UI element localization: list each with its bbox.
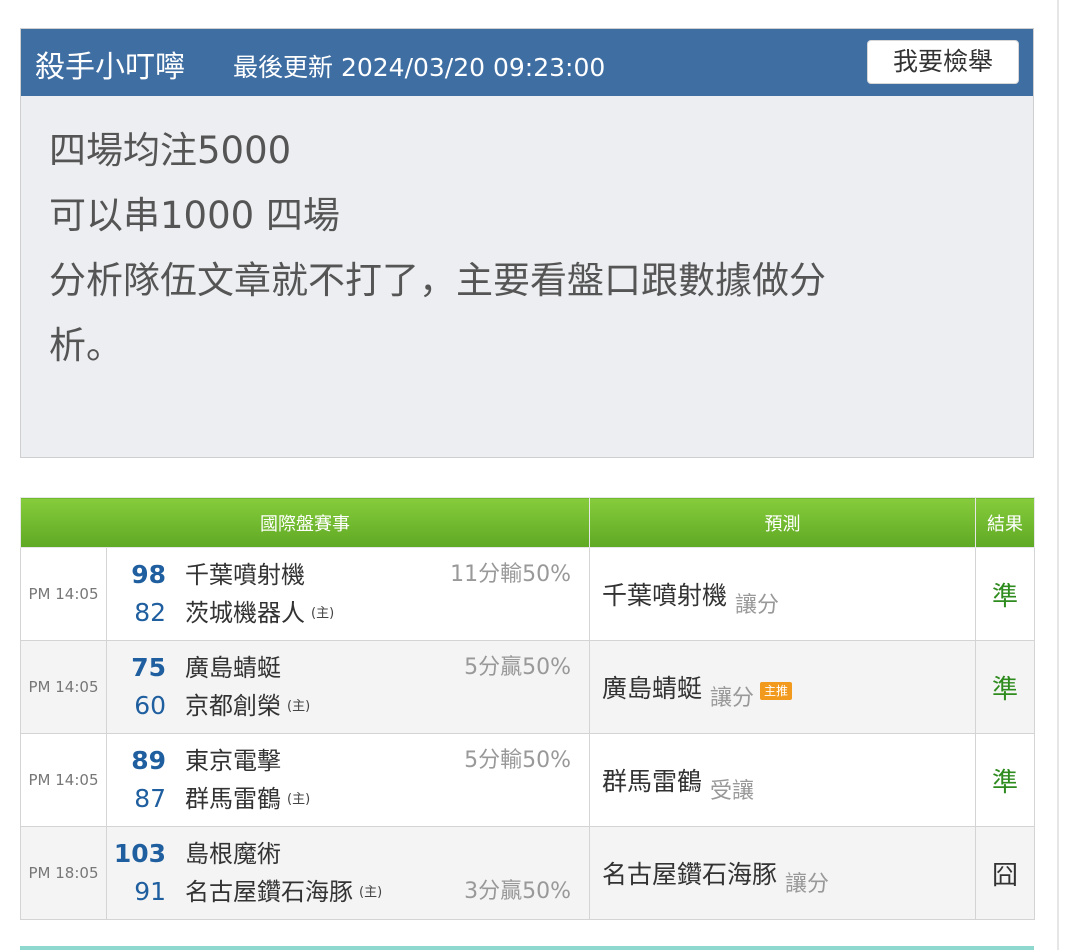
table-row: PM 14:05 98 千葉噴射機 11分輸50% 82 茨城機器人 (主) 千葉… — [20, 547, 1035, 641]
team1-score: 89 — [131, 746, 166, 775]
team1-name: 廣島蜻蜓 — [185, 654, 281, 682]
author-name[interactable]: 殺手小叮嚀 — [35, 42, 185, 86]
team2-score: 60 — [134, 691, 166, 720]
table-row: PM 14:05 89 東京電擊 5分輸50% 87 群馬雷鶴 (主) 群馬雷鶴受… — [20, 733, 1035, 827]
predictions-table: 國際盤賽事 預測 結果 PM 14:05 98 千葉噴射機 11分輸50% 82… — [20, 497, 1035, 920]
result-cell: 準 — [975, 640, 1035, 734]
match-time: PM 14:05 — [20, 733, 107, 827]
handicap-odds: 5分輸50% — [464, 748, 571, 773]
result-cell: 準 — [975, 733, 1035, 827]
match-time: PM 18:05 — [20, 826, 107, 920]
report-button[interactable]: 我要檢舉 — [867, 40, 1019, 84]
prediction-cell: 千葉噴射機 讓分 — [589, 547, 976, 641]
prediction-cell: 群馬雷鶴 受讓 — [589, 733, 976, 827]
match-cell: 75 廣島蜻蜓 5分贏50% 60 京都創榮 (主) — [106, 640, 590, 734]
team2-score: 87 — [134, 784, 166, 813]
bet-type: 讓分 — [785, 872, 830, 897]
match-time: PM 14:05 — [20, 640, 107, 734]
article-body: 四場均注5000 可以串1000 四場 分析隊伍文章就不打了，主要看盤口跟數據做… — [21, 96, 1033, 378]
table-row: PM 18:05 103 島根魔術 91 名古屋鑽石海豚 (主) 3分贏50% 名… — [20, 826, 1035, 920]
handicap-odds: 3分贏50% — [464, 879, 571, 904]
result-cell: 囧 — [975, 826, 1035, 920]
team1-name: 島根魔術 — [185, 840, 281, 868]
table-row: PM 14:05 75 廣島蜻蜓 5分贏50% 60 京都創榮 (主) 廣島蜻蜓讓… — [20, 640, 1035, 734]
team2-label: 名古屋鑽石海豚 (主) — [185, 873, 382, 912]
team2-name: 京都創榮 — [185, 692, 281, 720]
handicap-odds: 5分贏50% — [464, 655, 571, 680]
article-line: 四場均注5000 — [49, 129, 292, 172]
team2-name: 茨城機器人 — [185, 599, 305, 627]
article-line: 分析隊伍文章就不打了，主要看盤口跟數據做分 — [49, 259, 826, 302]
article-line: 析。 — [49, 324, 123, 367]
predicted-team: 名古屋鑽石海豚 — [602, 860, 778, 889]
host-mark: (主) — [359, 885, 383, 900]
match-cell: 98 千葉噴射機 11分輸50% 82 茨城機器人 (主) — [106, 547, 590, 641]
team1-name: 東京電擊 — [185, 747, 281, 775]
host-mark: (主) — [287, 699, 311, 714]
host-mark: (主) — [311, 606, 335, 621]
match-time: PM 14:05 — [20, 547, 107, 641]
article-line: 可以串1000 四場 — [49, 194, 340, 237]
bet-type: 讓分 — [735, 593, 780, 618]
team2-score: 82 — [134, 598, 166, 627]
match-cell: 89 東京電擊 5分輸50% 87 群馬雷鶴 (主) — [106, 733, 590, 827]
header-result: 結果 — [975, 497, 1035, 548]
table-header-row: 國際盤賽事 預測 結果 — [20, 497, 1035, 548]
bet-type: 受讓 — [710, 779, 755, 804]
team1-score: 75 — [131, 653, 166, 682]
result-cell: 準 — [975, 547, 1035, 641]
recommend-badge: 主推 — [760, 682, 793, 700]
team2-label: 群馬雷鶴 (主) — [185, 780, 310, 819]
match-cell: 103 島根魔術 91 名古屋鑽石海豚 (主) 3分贏50% — [106, 826, 590, 920]
team1-score: 103 — [113, 839, 166, 868]
header-match: 國際盤賽事 — [20, 497, 590, 548]
team1-score: 98 — [131, 560, 166, 589]
team2-label: 京都創榮 (主) — [185, 687, 310, 726]
predicted-team: 千葉噴射機 — [602, 581, 728, 610]
team2-name: 名古屋鑽石海豚 — [185, 878, 353, 906]
predicted-team: 群馬雷鶴 — [602, 767, 703, 796]
prediction-cell: 名古屋鑽石海豚 讓分 — [589, 826, 976, 920]
team1-name: 千葉噴射機 — [185, 561, 305, 589]
predicted-team: 廣島蜻蜓 — [602, 674, 703, 703]
bet-type: 讓分 — [710, 686, 755, 711]
next-section-edge — [20, 946, 1034, 950]
header-prediction: 預測 — [589, 497, 976, 548]
host-mark: (主) — [287, 792, 311, 807]
team2-name: 群馬雷鶴 — [185, 785, 281, 813]
prediction-cell: 廣島蜻蜓 讓分 主推 — [589, 640, 976, 734]
last-updated: 最後更新 2024/03/20 09:23:00 — [233, 53, 606, 82]
handicap-odds: 11分輸50% — [450, 562, 571, 587]
article-card: 殺手小叮嚀 最後更新 2024/03/20 09:23:00 我要檢舉 四場均注… — [20, 28, 1034, 458]
article-header: 殺手小叮嚀 最後更新 2024/03/20 09:23:00 我要檢舉 — [21, 29, 1033, 96]
team2-score: 91 — [134, 877, 166, 906]
team2-label: 茨城機器人 (主) — [185, 594, 334, 633]
page-right-divider — [1057, 0, 1059, 950]
